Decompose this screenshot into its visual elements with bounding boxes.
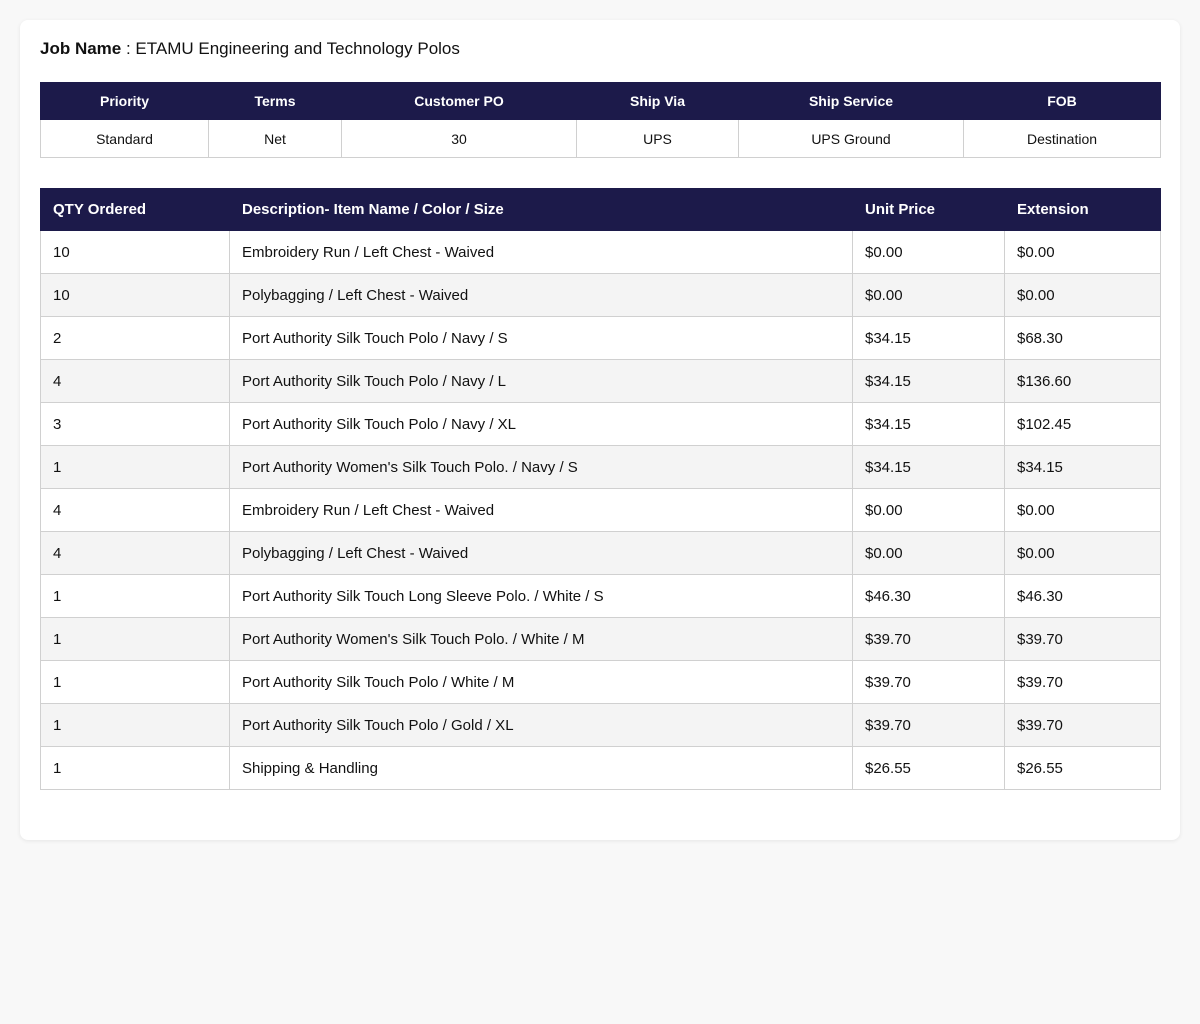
unit-price-cell: $46.30 — [852, 574, 1005, 618]
description-cell: Polybagging / Left Chest - Waived — [229, 273, 853, 317]
meta-header-priority: Priority — [40, 82, 209, 120]
table-row: 3 Port Authority Silk Touch Polo / Navy … — [40, 402, 1161, 446]
unit-price-cell: $0.00 — [852, 230, 1005, 274]
qty-cell: 1 — [40, 574, 230, 618]
extension-cell: $68.30 — [1004, 316, 1161, 360]
unit-price-cell: $34.15 — [852, 316, 1005, 360]
description-cell: Port Authority Silk Touch Polo / Navy / … — [229, 402, 853, 446]
unit-price-cell: $0.00 — [852, 531, 1005, 575]
qty-cell: 1 — [40, 445, 230, 489]
table-row: 1 Port Authority Women's Silk Touch Polo… — [40, 445, 1161, 489]
items-header-description: Description- Item Name / Color / Size — [229, 188, 853, 231]
unit-price-cell: $0.00 — [852, 488, 1005, 532]
extension-cell: $46.30 — [1004, 574, 1161, 618]
unit-price-cell: $34.15 — [852, 445, 1005, 489]
table-row: 1 Port Authority Silk Touch Long Sleeve … — [40, 574, 1161, 618]
items-header-extension: Extension — [1004, 188, 1161, 231]
description-cell: Port Authority Silk Touch Polo / White /… — [229, 660, 853, 704]
qty-cell: 1 — [40, 703, 230, 747]
extension-cell: $39.70 — [1004, 660, 1161, 704]
order-card: Job Name : ETAMU Engineering and Technol… — [20, 20, 1180, 840]
job-name-line: Job Name : ETAMU Engineering and Technol… — [40, 38, 1160, 60]
order-meta-table: Priority Terms Customer PO Ship Via Ship… — [40, 82, 1161, 158]
extension-cell: $39.70 — [1004, 617, 1161, 661]
meta-value-row: Standard Net 30 UPS UPS Ground Destinati… — [40, 119, 1161, 158]
extension-cell: $102.45 — [1004, 402, 1161, 446]
extension-cell: $39.70 — [1004, 703, 1161, 747]
description-cell: Port Authority Women's Silk Touch Polo. … — [229, 617, 853, 661]
description-cell: Port Authority Silk Touch Polo / Navy / … — [229, 359, 853, 403]
meta-header-terms: Terms — [208, 82, 342, 120]
table-row: 4 Embroidery Run / Left Chest - Waived $… — [40, 488, 1161, 532]
table-row: 2 Port Authority Silk Touch Polo / Navy … — [40, 316, 1161, 360]
items-header-row: QTY Ordered Description- Item Name / Col… — [40, 188, 1161, 231]
unit-price-cell: $34.15 — [852, 359, 1005, 403]
job-name-value: ETAMU Engineering and Technology Polos — [135, 39, 460, 58]
qty-cell: 10 — [40, 230, 230, 274]
qty-cell: 1 — [40, 617, 230, 661]
table-row: 10 Polybagging / Left Chest - Waived $0.… — [40, 273, 1161, 317]
meta-ship-service-value: UPS Ground — [738, 119, 964, 158]
job-name-label: Job Name — [40, 39, 122, 58]
unit-price-cell: $34.15 — [852, 402, 1005, 446]
unit-price-cell: $39.70 — [852, 617, 1005, 661]
meta-header-fob: FOB — [963, 82, 1161, 120]
unit-price-cell: $39.70 — [852, 703, 1005, 747]
extension-cell: $0.00 — [1004, 230, 1161, 274]
qty-cell: 4 — [40, 531, 230, 575]
extension-cell: $136.60 — [1004, 359, 1161, 403]
extension-cell: $0.00 — [1004, 273, 1161, 317]
description-cell: Shipping & Handling — [229, 746, 853, 790]
meta-header-row: Priority Terms Customer PO Ship Via Ship… — [40, 82, 1161, 120]
description-cell: Port Authority Women's Silk Touch Polo. … — [229, 445, 853, 489]
job-name-separator: : — [121, 39, 136, 58]
meta-terms-value: Net — [208, 119, 342, 158]
meta-header-ship-service: Ship Service — [738, 82, 964, 120]
unit-price-cell: $39.70 — [852, 660, 1005, 704]
meta-header-ship-via: Ship Via — [576, 82, 739, 120]
qty-cell: 10 — [40, 273, 230, 317]
items-header-unit-price: Unit Price — [852, 188, 1005, 231]
description-cell: Port Authority Silk Touch Polo / Gold / … — [229, 703, 853, 747]
description-cell: Embroidery Run / Left Chest - Waived — [229, 230, 853, 274]
unit-price-cell: $0.00 — [852, 273, 1005, 317]
items-header-qty: QTY Ordered — [40, 188, 230, 231]
table-row: 4 Port Authority Silk Touch Polo / Navy … — [40, 359, 1161, 403]
meta-priority-value: Standard — [40, 119, 209, 158]
meta-fob-value: Destination — [963, 119, 1161, 158]
table-row: 1 Port Authority Silk Touch Polo / White… — [40, 660, 1161, 704]
qty-cell: 2 — [40, 316, 230, 360]
qty-cell: 4 — [40, 488, 230, 532]
table-row: 1 Shipping & Handling $26.55 $26.55 — [40, 746, 1161, 790]
table-row: 1 Port Authority Women's Silk Touch Polo… — [40, 617, 1161, 661]
extension-cell: $34.15 — [1004, 445, 1161, 489]
extension-cell: $0.00 — [1004, 488, 1161, 532]
qty-cell: 1 — [40, 660, 230, 704]
unit-price-cell: $26.55 — [852, 746, 1005, 790]
extension-cell: $26.55 — [1004, 746, 1161, 790]
meta-customer-po-value: 30 — [341, 119, 577, 158]
table-row: 10 Embroidery Run / Left Chest - Waived … — [40, 230, 1161, 274]
meta-ship-via-value: UPS — [576, 119, 739, 158]
description-cell: Port Authority Silk Touch Polo / Navy / … — [229, 316, 853, 360]
line-items-table: QTY Ordered Description- Item Name / Col… — [40, 188, 1161, 790]
table-row: 1 Port Authority Silk Touch Polo / Gold … — [40, 703, 1161, 747]
qty-cell: 3 — [40, 402, 230, 446]
meta-header-customer-po: Customer PO — [341, 82, 577, 120]
qty-cell: 4 — [40, 359, 230, 403]
extension-cell: $0.00 — [1004, 531, 1161, 575]
qty-cell: 1 — [40, 746, 230, 790]
description-cell: Polybagging / Left Chest - Waived — [229, 531, 853, 575]
description-cell: Embroidery Run / Left Chest - Waived — [229, 488, 853, 532]
description-cell: Port Authority Silk Touch Long Sleeve Po… — [229, 574, 853, 618]
table-row: 4 Polybagging / Left Chest - Waived $0.0… — [40, 531, 1161, 575]
